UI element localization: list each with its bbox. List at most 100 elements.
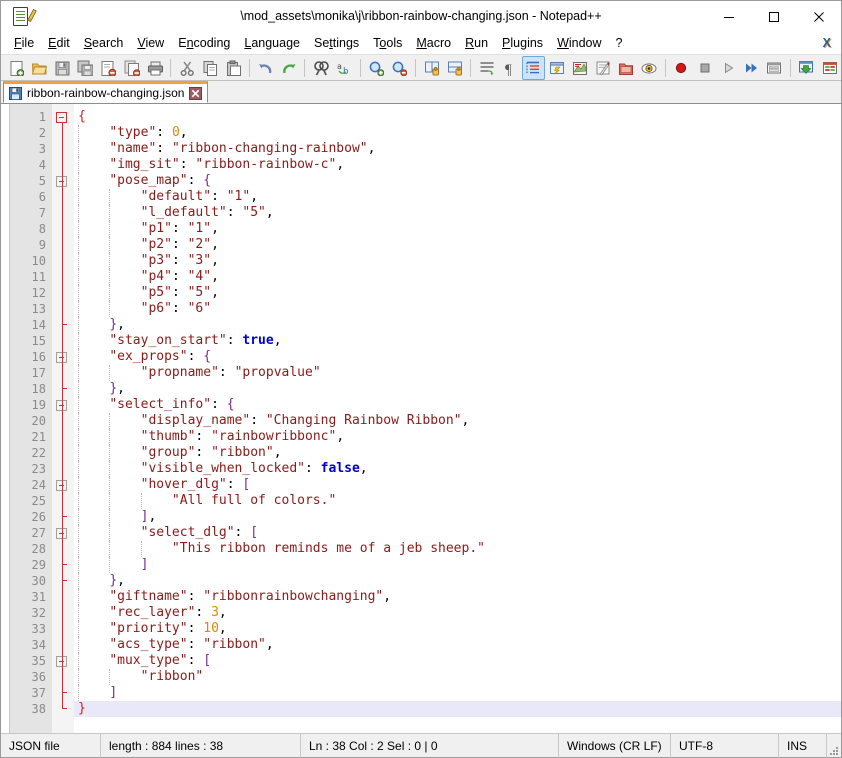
- fold-marker-row[interactable]: [52, 637, 74, 653]
- user-defined-dialog-icon[interactable]: [545, 56, 568, 80]
- code-line[interactable]: "l_default": "5",: [74, 205, 841, 221]
- fold-marker-row[interactable]: [52, 285, 74, 301]
- run-macro-multiple-icon[interactable]: [739, 56, 762, 80]
- paste-icon[interactable]: [222, 56, 245, 80]
- fold-marker-row[interactable]: [52, 365, 74, 381]
- menu-item-run[interactable]: Run: [458, 33, 495, 53]
- preferences-icon[interactable]: [818, 56, 841, 80]
- code-line[interactable]: "giftname": "ribbonrainbowchanging",: [74, 589, 841, 605]
- code-line[interactable]: "ex_props": {: [74, 349, 841, 365]
- tab-close-icon[interactable]: [189, 86, 203, 100]
- fold-marker-row[interactable]: [52, 253, 74, 269]
- maximize-button[interactable]: [751, 1, 796, 32]
- code-line[interactable]: "propname": "propvalue": [74, 365, 841, 381]
- fold-marker-row[interactable]: [52, 141, 74, 157]
- fold-marker-row[interactable]: [52, 349, 74, 365]
- fold-marker-row[interactable]: [52, 269, 74, 285]
- zoom-out-icon[interactable]: [388, 56, 411, 80]
- save-all-icon[interactable]: [74, 56, 97, 80]
- fold-marker-row[interactable]: [52, 381, 74, 397]
- fold-marker-row[interactable]: [52, 237, 74, 253]
- menu-item-encoding[interactable]: Encoding: [171, 33, 237, 53]
- code-line[interactable]: "img_sit": "ribbon-rainbow-c",: [74, 157, 841, 173]
- word-wrap-icon[interactable]: [475, 56, 498, 80]
- fold-marker-row[interactable]: [52, 333, 74, 349]
- indent-guide-icon[interactable]: [521, 55, 545, 80]
- code-line[interactable]: "select_dlg": [: [74, 525, 841, 541]
- fold-marker-row[interactable]: [52, 701, 74, 717]
- fold-marker-row[interactable]: [52, 429, 74, 445]
- menu-item-tools[interactable]: Tools: [366, 33, 409, 53]
- code-line[interactable]: "p3": "3",: [74, 253, 841, 269]
- code-line[interactable]: "p2": "2",: [74, 237, 841, 253]
- code-line[interactable]: "All full of colors.": [74, 493, 841, 509]
- code-editor[interactable]: 1 2 3 4 5 6 7 8 9 10 11 12 13 14 15 16 17 18 19 20 21 22 23 24 2…: [1, 104, 841, 733]
- new-file-icon[interactable]: [4, 56, 27, 80]
- run-icon[interactable]: [795, 56, 818, 80]
- menu-item-plugins[interactable]: Plugins: [495, 33, 550, 53]
- code-line[interactable]: "hover_dlg": [: [74, 477, 841, 493]
- fold-marker-row[interactable]: [52, 205, 74, 221]
- replace-icon[interactable]: ab: [332, 56, 355, 80]
- function-list-icon[interactable]: [591, 56, 614, 80]
- code-line[interactable]: "rec_layer": 3,: [74, 605, 841, 621]
- fold-marker-row[interactable]: [52, 317, 74, 333]
- stop-recording-icon[interactable]: [693, 56, 716, 80]
- fold-marker-row[interactable]: [52, 445, 74, 461]
- fold-marker-row[interactable]: [52, 621, 74, 637]
- code-line[interactable]: "type": 0,: [74, 125, 841, 141]
- fold-marker-row[interactable]: [52, 461, 74, 477]
- play-macro-icon[interactable]: [716, 56, 739, 80]
- print-icon[interactable]: [143, 56, 166, 80]
- find-icon[interactable]: [309, 56, 332, 80]
- undo-icon[interactable]: [254, 56, 277, 80]
- fold-marker-row[interactable]: [52, 605, 74, 621]
- menu-item-language[interactable]: Language: [237, 33, 307, 53]
- fold-marker-row[interactable]: [52, 477, 74, 493]
- sync-horizontal-icon[interactable]: [443, 56, 466, 80]
- document-map-icon[interactable]: [568, 56, 591, 80]
- menu-item-window[interactable]: Window: [550, 33, 608, 53]
- tab-ribbon-rainbow-changing-json[interactable]: ribbon-rainbow-changing.json: [3, 81, 209, 103]
- code-line[interactable]: ],: [74, 509, 841, 525]
- code-line[interactable]: "visible_when_locked": false,: [74, 461, 841, 477]
- monitoring-icon[interactable]: [638, 56, 661, 80]
- code-line[interactable]: "name": "ribbon-changing-rainbow",: [74, 141, 841, 157]
- folder-as-workspace-icon[interactable]: [615, 56, 638, 80]
- close-all-files-icon[interactable]: [120, 56, 143, 80]
- fold-marker-row[interactable]: [52, 413, 74, 429]
- close-file-icon[interactable]: [97, 56, 120, 80]
- code-line[interactable]: "display_name": "Changing Rainbow Ribbon…: [74, 413, 841, 429]
- fold-marker-row[interactable]: [52, 157, 74, 173]
- resize-grip[interactable]: [827, 734, 841, 758]
- fold-marker-row[interactable]: [52, 493, 74, 509]
- record-macro-icon[interactable]: [670, 56, 693, 80]
- fold-marker-row[interactable]: [52, 301, 74, 317]
- menu-item-settings[interactable]: Settings: [307, 33, 366, 53]
- fold-marker-row[interactable]: [52, 669, 74, 685]
- sync-vertical-icon[interactable]: [420, 56, 443, 80]
- code-text-area[interactable]: { "type": 0, "name": "ribbon-changing-ra…: [74, 104, 841, 733]
- code-line[interactable]: "thumb": "rainbowribbonc",: [74, 429, 841, 445]
- fold-marker-row[interactable]: [52, 509, 74, 525]
- code-folding-margin[interactable]: [52, 104, 74, 733]
- code-line[interactable]: "p4": "4",: [74, 269, 841, 285]
- fold-marker-row[interactable]: [52, 397, 74, 413]
- fold-marker-row[interactable]: [52, 525, 74, 541]
- fold-marker-row[interactable]: [52, 685, 74, 701]
- code-line[interactable]: },: [74, 381, 841, 397]
- fold-marker-row[interactable]: [52, 541, 74, 557]
- cut-icon[interactable]: [175, 56, 198, 80]
- show-all-chars-icon[interactable]: ¶: [499, 56, 522, 80]
- copy-icon[interactable]: [199, 56, 222, 80]
- code-line[interactable]: "default": "1",: [74, 189, 841, 205]
- code-line[interactable]: "p6": "6": [74, 301, 841, 317]
- code-line[interactable]: "pose_map": {: [74, 173, 841, 189]
- save-macro-icon[interactable]: [763, 56, 786, 80]
- menu-item-[interactable]: ?: [609, 33, 630, 53]
- code-line[interactable]: "This ribbon reminds me of a jeb sheep.": [74, 541, 841, 557]
- code-line[interactable]: {: [74, 109, 841, 125]
- code-line[interactable]: "p5": "5",: [74, 285, 841, 301]
- close-button[interactable]: [796, 1, 841, 32]
- fold-marker-row[interactable]: [52, 125, 74, 141]
